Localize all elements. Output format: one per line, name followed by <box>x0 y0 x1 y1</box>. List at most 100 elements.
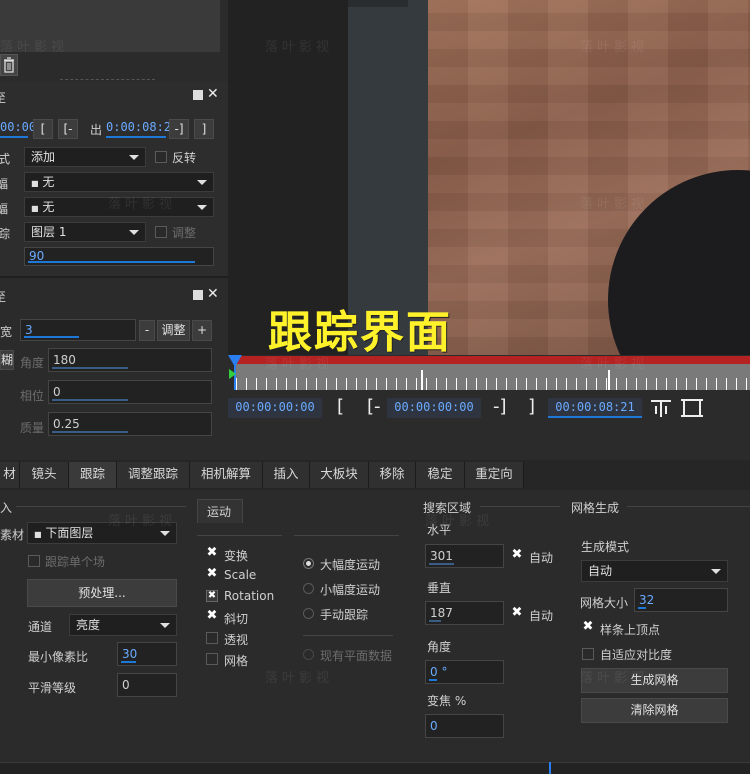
smooth-field[interactable]: 0 <box>117 673 177 697</box>
clear-mesh-button[interactable]: 清除网格 <box>581 698 728 723</box>
channel-label: 通道 <box>28 620 53 634</box>
tab-stabilize[interactable]: 稳定 <box>416 462 465 488</box>
rotation-checkbox[interactable]: ✖ <box>206 590 218 602</box>
phase-field[interactable]: 0 <box>48 380 212 404</box>
material-label: 素材 <box>0 528 25 542</box>
width-plus-button[interactable]: + <box>192 320 212 341</box>
out-label: 出 <box>90 123 103 137</box>
set-in-button[interactable]: [- <box>58 119 78 139</box>
panel2-divider <box>0 276 228 278</box>
h-auto-checkbox[interactable]: ✖ <box>511 548 523 562</box>
transform-checkbox[interactable]: ✖ <box>206 546 218 560</box>
chevron-down-icon <box>197 180 207 185</box>
set-in-open-button[interactable]: [ <box>33 119 53 139</box>
float-icon[interactable] <box>193 90 203 100</box>
adaptive-contrast-label: 自适应对比度 <box>600 648 673 662</box>
mesh-size-field[interactable]: 32 <box>634 588 728 612</box>
width-minus-button[interactable]: - <box>139 320 155 341</box>
large-motion-label: 大幅度运动 <box>320 558 381 572</box>
min-pixel-label: 最小像素比 <box>28 650 89 664</box>
search-angle-field[interactable]: 0 ° <box>425 660 504 684</box>
trash-icon[interactable] <box>0 54 18 76</box>
tab-big-block[interactable]: 大板块 <box>310 462 369 488</box>
large-motion-radio[interactable] <box>303 558 314 569</box>
tab-retarget[interactable]: 重定向 <box>465 462 524 488</box>
tab-remove[interactable]: 移除 <box>369 462 416 488</box>
divider-dots <box>60 79 155 80</box>
input-header: 入 <box>0 501 13 515</box>
tl-bracket-out[interactable]: -] <box>493 396 507 417</box>
shear-label: 斜切 <box>224 612 249 626</box>
tab-material[interactable]: 材 <box>0 462 20 488</box>
min-pixel-field[interactable]: 30 <box>117 642 177 666</box>
shear-checkbox[interactable]: ✖ <box>206 609 218 623</box>
preprocess-button[interactable]: 预处理... <box>27 579 177 607</box>
gen-mode-dropdown[interactable]: 自动 <box>581 560 728 582</box>
vertical-label: 垂直 <box>427 581 452 595</box>
invert-checkbox[interactable] <box>155 151 167 163</box>
track-layer-dropdown[interactable]: 图层 1 <box>24 222 146 242</box>
snap-in-icon[interactable] <box>650 398 672 418</box>
adjust-checkbox[interactable] <box>155 226 167 238</box>
in-timecode[interactable]: 00:00 <box>0 120 36 134</box>
panel1-title: 至 <box>0 91 7 105</box>
quality-field[interactable]: 0.25 <box>48 412 212 436</box>
in-point-timecode[interactable]: 00:00:00:00 <box>387 398 481 418</box>
row2-label: 蝠 <box>0 177 9 191</box>
adaptive-contrast-checkbox[interactable] <box>582 648 594 660</box>
width-adjust-button[interactable]: 调整 <box>157 320 190 341</box>
fit-range-icon[interactable] <box>680 398 704 418</box>
motion-sep <box>197 535 282 536</box>
tl-bracket-open[interactable]: [ <box>337 396 344 417</box>
scale-checkbox[interactable]: ✖ <box>206 567 218 581</box>
close-icon[interactable]: ✕ <box>207 86 219 102</box>
motion-tab[interactable]: 运动 <box>207 503 231 520</box>
angle-field[interactable]: 180 <box>48 348 212 372</box>
tab-lens[interactable]: 镜头 <box>20 462 69 488</box>
blur-tab[interactable]: 糊 <box>0 350 14 370</box>
mesh-header: 网格生成 <box>571 501 620 515</box>
close-icon[interactable]: ✕ <box>207 286 219 302</box>
watermark: 落叶影视 <box>265 671 334 686</box>
watermark: 落叶影视 <box>580 197 649 212</box>
single-field-checkbox[interactable] <box>28 555 40 567</box>
spline-vertex-checkbox[interactable]: ✖ <box>582 620 594 634</box>
row2-dropdown[interactable]: ■ 无 <box>24 172 214 192</box>
ruler-major-tick <box>608 370 610 390</box>
out-timecode[interactable]: 0:00:08:21 <box>106 120 178 134</box>
existing-plane-label: 现有平面数据 <box>320 649 393 663</box>
width-field[interactable]: 3 <box>20 319 136 341</box>
tab-camera-solve[interactable]: 相机解算 <box>190 462 263 488</box>
horizontal-field[interactable]: 301 <box>425 544 504 568</box>
opacity-slider-field[interactable]: 90 <box>24 247 214 266</box>
out-point-timecode[interactable]: 00:00:08:21 <box>548 398 642 418</box>
bottom-marker <box>549 762 551 774</box>
zoom-field[interactable]: 0 <box>425 714 504 738</box>
ruler-ticks <box>236 378 750 390</box>
float-icon[interactable] <box>193 290 203 300</box>
scale-label: Scale <box>224 568 257 582</box>
small-motion-radio[interactable] <box>303 583 314 594</box>
ruler-major-tick <box>421 370 423 390</box>
vertical-field[interactable]: 187 <box>425 601 504 625</box>
manual-track-label: 手动跟踪 <box>320 608 369 622</box>
channel-dropdown[interactable]: 亮度 <box>69 614 177 636</box>
blend-mode-label: 式 <box>0 152 11 166</box>
manual-track-radio[interactable] <box>303 608 314 619</box>
gen-mode-label: 生成模式 <box>581 540 630 554</box>
set-out-close-button[interactable]: ] <box>194 119 214 139</box>
tab-adjust-track[interactable]: 调整跟踪 <box>117 462 190 488</box>
watermark: 落叶影视 <box>580 357 649 372</box>
existing-plane-radio[interactable] <box>303 649 314 660</box>
phase-label: 相位 <box>20 389 45 403</box>
blend-mode-dropdown[interactable]: 添加 <box>24 147 146 167</box>
tl-bracket-in[interactable]: [- <box>367 396 381 417</box>
set-out-button[interactable]: -] <box>169 119 189 139</box>
current-timecode[interactable]: 00:00:00:00 <box>228 398 322 418</box>
tab-track[interactable]: 跟踪 <box>69 462 117 488</box>
mesh-checkbox[interactable] <box>206 653 218 665</box>
tl-bracket-close[interactable]: ] <box>528 396 535 417</box>
perspective-checkbox[interactable] <box>206 632 218 644</box>
v-auto-checkbox[interactable]: ✖ <box>511 606 523 620</box>
tab-insert[interactable]: 插入 <box>263 462 310 488</box>
